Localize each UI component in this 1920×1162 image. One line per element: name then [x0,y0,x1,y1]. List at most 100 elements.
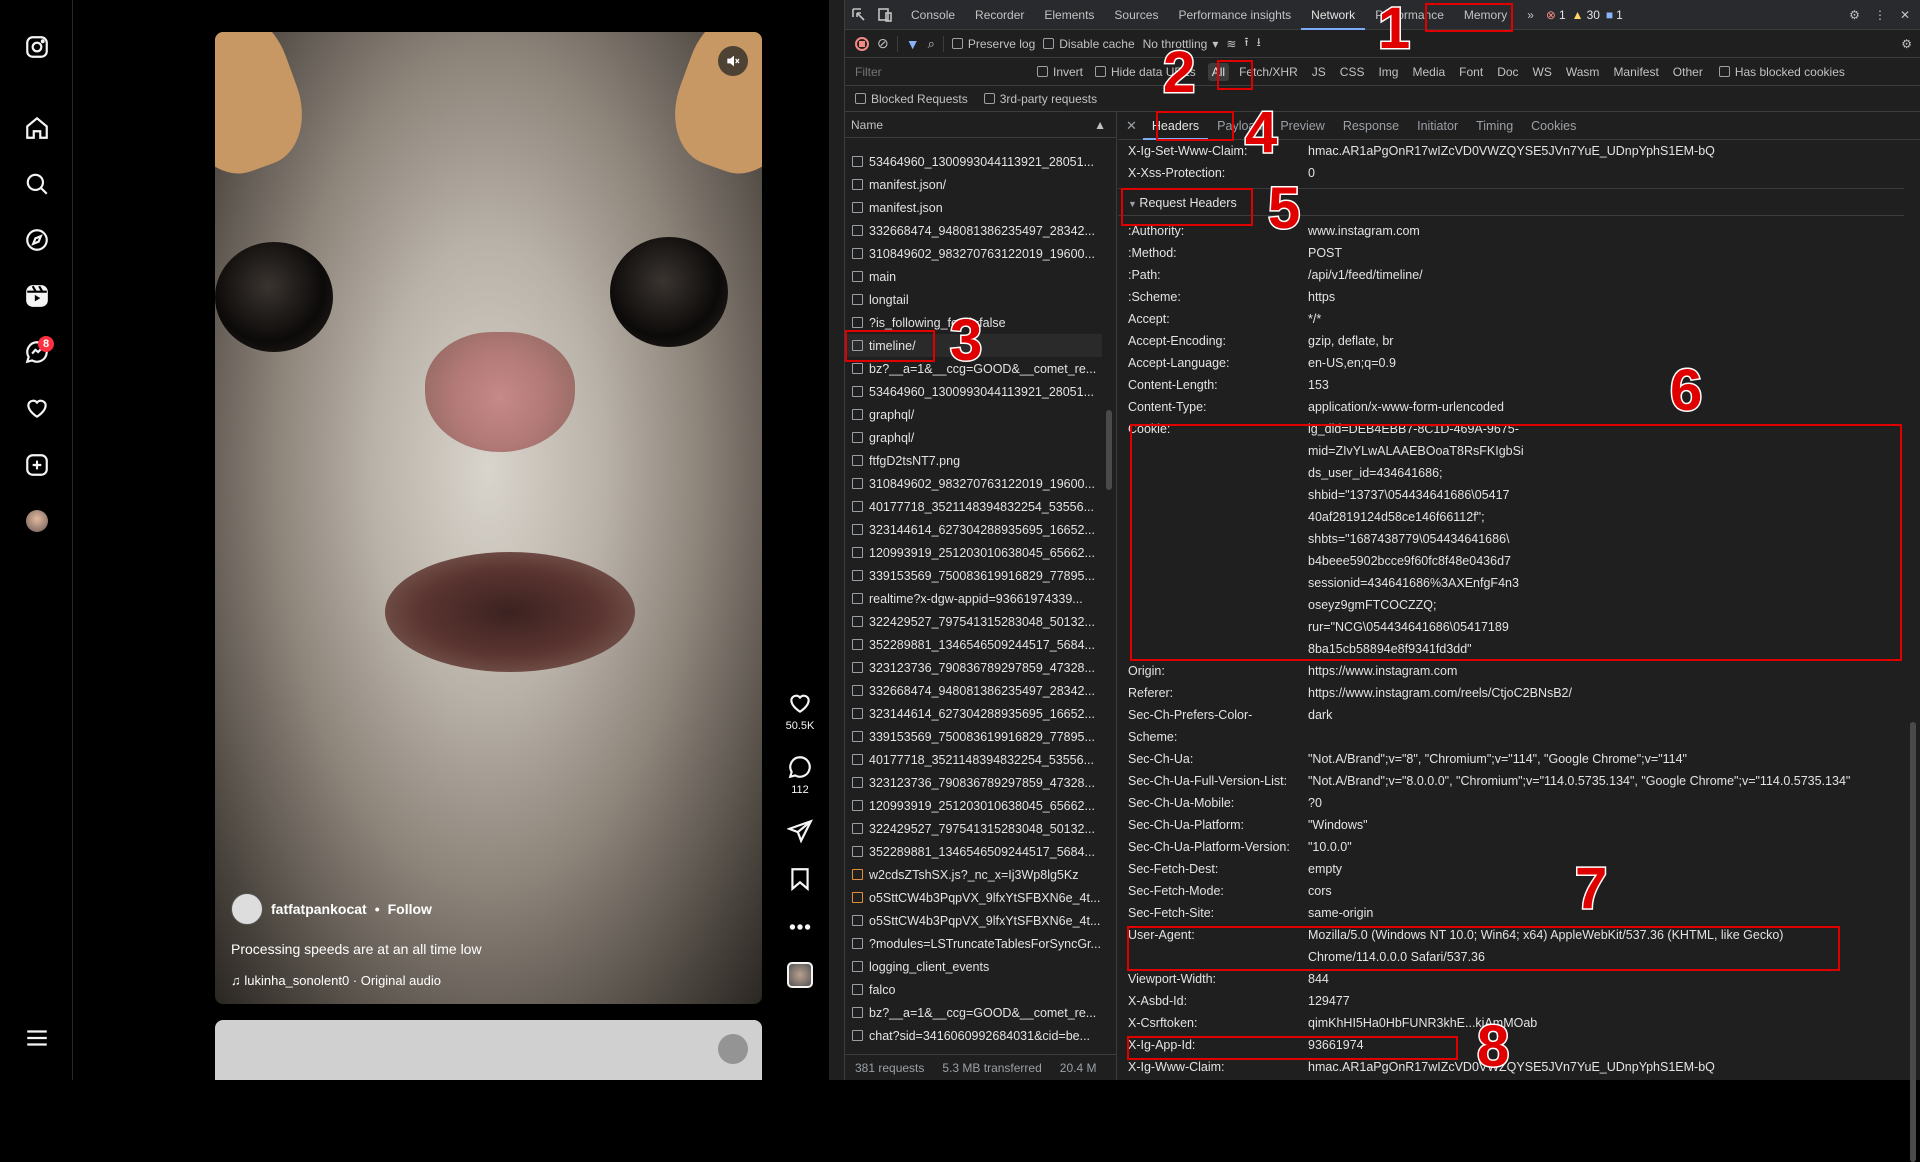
menu-icon[interactable] [24,1025,50,1051]
request-list-header[interactable]: Name ▲ [845,112,1116,138]
close-devtools-icon[interactable]: ✕ [1900,8,1910,22]
disable-cache-checkbox[interactable]: Disable cache [1043,37,1135,51]
close-detail-icon[interactable]: ✕ [1124,118,1143,134]
preserve-log-checkbox[interactable]: Preserve log [951,37,1035,51]
filter-type-ws[interactable]: WS [1529,63,1556,81]
request-row[interactable]: o5SttCW4b3PqpVX_9lfxYtSFBXN6e_4t... [845,909,1102,932]
warning-count-badge[interactable]: ▲ 30 [1572,8,1600,22]
filter-type-manifest[interactable]: Manifest [1609,63,1662,81]
record-stop-icon[interactable] [855,36,869,51]
request-row[interactable]: main [845,265,1102,288]
request-row[interactable]: 323123736_790836789297859_47328... [845,771,1102,794]
detail-scrollbar[interactable] [1908,142,1918,1162]
detail-tab-preview[interactable]: Preview [1271,112,1333,140]
request-row[interactable]: graphql/ [845,426,1102,449]
request-row[interactable]: realtime?x-dgw-appid=93661974339... [845,587,1102,610]
third-party-requests-checkbox[interactable]: 3rd-party requests [983,92,1097,106]
request-row[interactable]: 53464960_1300993044113921_28051... [845,150,1102,173]
request-row[interactable]: 352289881_1346546509244517_5684... [845,633,1102,656]
search-network-icon[interactable]: ⌕ [928,36,935,52]
search-icon[interactable] [24,171,50,197]
settings-gear-icon[interactable]: ⚙ [1849,8,1860,22]
message-count-badge[interactable]: ■ 1 [1606,8,1623,22]
invert-checkbox[interactable]: Invert [1037,65,1083,79]
request-row[interactable]: 339153569_750083619916829_77895... [845,564,1102,587]
device-toolbar-icon[interactable] [877,7,893,23]
tab-performance-insights[interactable]: Performance insights [1168,0,1301,30]
notifications-heart-icon[interactable] [24,395,50,421]
request-row[interactable]: manifest.json [845,196,1102,219]
more-tabs-chevron-icon[interactable]: » [1517,0,1544,30]
request-row[interactable]: 323123736_790836789297859_47328... [845,656,1102,679]
reel-username[interactable]: fatfatpankocat [271,901,367,917]
tab-recorder[interactable]: Recorder [965,0,1034,30]
request-row[interactable]: graphql/ [845,403,1102,426]
request-row[interactable]: 53464960_1300993044113921_28051... [845,380,1102,403]
request-row[interactable]: 322429527_797541315283048_50132... [845,610,1102,633]
mute-button[interactable] [718,46,748,76]
filter-type-wasm[interactable]: Wasm [1562,63,1604,81]
request-row[interactable]: 322429527_797541315283048_50132... [845,817,1102,840]
inspect-element-icon[interactable] [851,7,867,23]
detail-tab-timing[interactable]: Timing [1467,112,1522,140]
blocked-requests-checkbox[interactable]: Blocked Requests [855,92,968,106]
home-icon[interactable] [24,115,50,141]
request-row[interactable]: 120993919_251203010638045_65662... [845,794,1102,817]
filter-type-css[interactable]: CSS [1336,63,1369,81]
devtools-resize-gutter[interactable] [829,0,845,1080]
export-har-icon[interactable]: ⭳ [1257,33,1261,54]
request-row[interactable]: ?modules=LSTruncateTablesForSyncGr... [845,932,1102,955]
detail-scroll-thumb[interactable] [1910,722,1916,1162]
error-count-badge[interactable]: ⊗ 1 [1546,8,1566,22]
filter-type-media[interactable]: Media [1408,63,1449,81]
request-row[interactable]: 40177718_3521148394832254_53556... [845,748,1102,771]
save-button[interactable] [776,866,824,892]
detail-tab-response[interactable]: Response [1334,112,1408,140]
explore-icon[interactable] [24,227,50,253]
request-row[interactable]: o5SttCW4b3PqpVX_9lfxYtSFBXN6e_4t... [845,886,1102,909]
request-row[interactable]: logging_client_events [845,955,1102,978]
request-row[interactable]: 40177718_3521148394832254_53556... [845,495,1102,518]
reel-video[interactable]: fatfatpankocat • Follow Processing speed… [215,32,762,1004]
detail-tab-initiator[interactable]: Initiator [1408,112,1467,140]
audio-thumbnail[interactable] [776,962,824,988]
network-conditions-wifi-icon[interactable]: ≋ [1226,37,1236,51]
request-row[interactable]: 323144614_627304288935695_16652... [845,518,1102,541]
request-row[interactable]: falco [845,978,1102,1001]
request-row[interactable]: w2cdsZTshSX.js?_nc_x=Ij3Wp8lg5Kz [845,863,1102,886]
import-har-icon[interactable]: ⭱ [1244,33,1248,54]
detail-tab-cookies[interactable]: Cookies [1522,112,1585,140]
reel-author-avatar[interactable] [231,893,263,925]
instagram-logo-icon[interactable] [24,34,50,60]
filter-type-other[interactable]: Other [1669,63,1707,81]
like-button[interactable]: 50.5K [776,690,824,732]
request-row[interactable]: 310849602_983270763122019_19600... [845,242,1102,265]
filter-funnel-icon[interactable]: ▼ [906,36,920,52]
filter-type-js[interactable]: JS [1308,63,1330,81]
comment-button[interactable]: 112 [776,754,824,796]
filter-type-doc[interactable]: Doc [1493,63,1522,81]
next-reel-mute-icon[interactable] [718,1034,748,1064]
network-settings-gear-icon[interactable]: ⚙ [1901,37,1912,51]
request-row[interactable]: 332668474_948081386235497_28342... [845,679,1102,702]
request-row[interactable]: 352289881_1346546509244517_5684... [845,840,1102,863]
create-plus-icon[interactable] [24,452,50,478]
request-row[interactable]: ftfgD2tsNT7.png [845,449,1102,472]
request-row[interactable]: 310849602_983270763122019_19600... [845,472,1102,495]
clear-icon[interactable]: ⊘ [877,35,889,52]
follow-button[interactable]: Follow [388,901,432,917]
request-row[interactable]: 323144614_627304288935695_16652... [845,702,1102,725]
filter-type-img[interactable]: Img [1374,63,1402,81]
request-list-scroll-thumb[interactable] [1106,410,1112,490]
request-row[interactable]: manifest.json/ [845,173,1102,196]
request-row[interactable]: chat?sid=3416060992684031&cid=be... [845,1024,1102,1047]
request-row[interactable]: 332668474_948081386235497_28342... [845,219,1102,242]
tab-console[interactable]: Console [901,0,965,30]
share-button[interactable] [776,818,824,844]
request-row[interactable]: bz?__a=1&__ccg=GOOD&__comet_re... [845,1001,1102,1024]
request-row[interactable]: 120993919_251203010638045_65662... [845,541,1102,564]
filter-type-font[interactable]: Font [1455,63,1487,81]
request-row[interactable]: 339153569_750083619916829_77895... [845,725,1102,748]
more-options-button[interactable] [776,914,824,940]
customize-kebab-icon[interactable]: ⋮ [1874,8,1886,22]
